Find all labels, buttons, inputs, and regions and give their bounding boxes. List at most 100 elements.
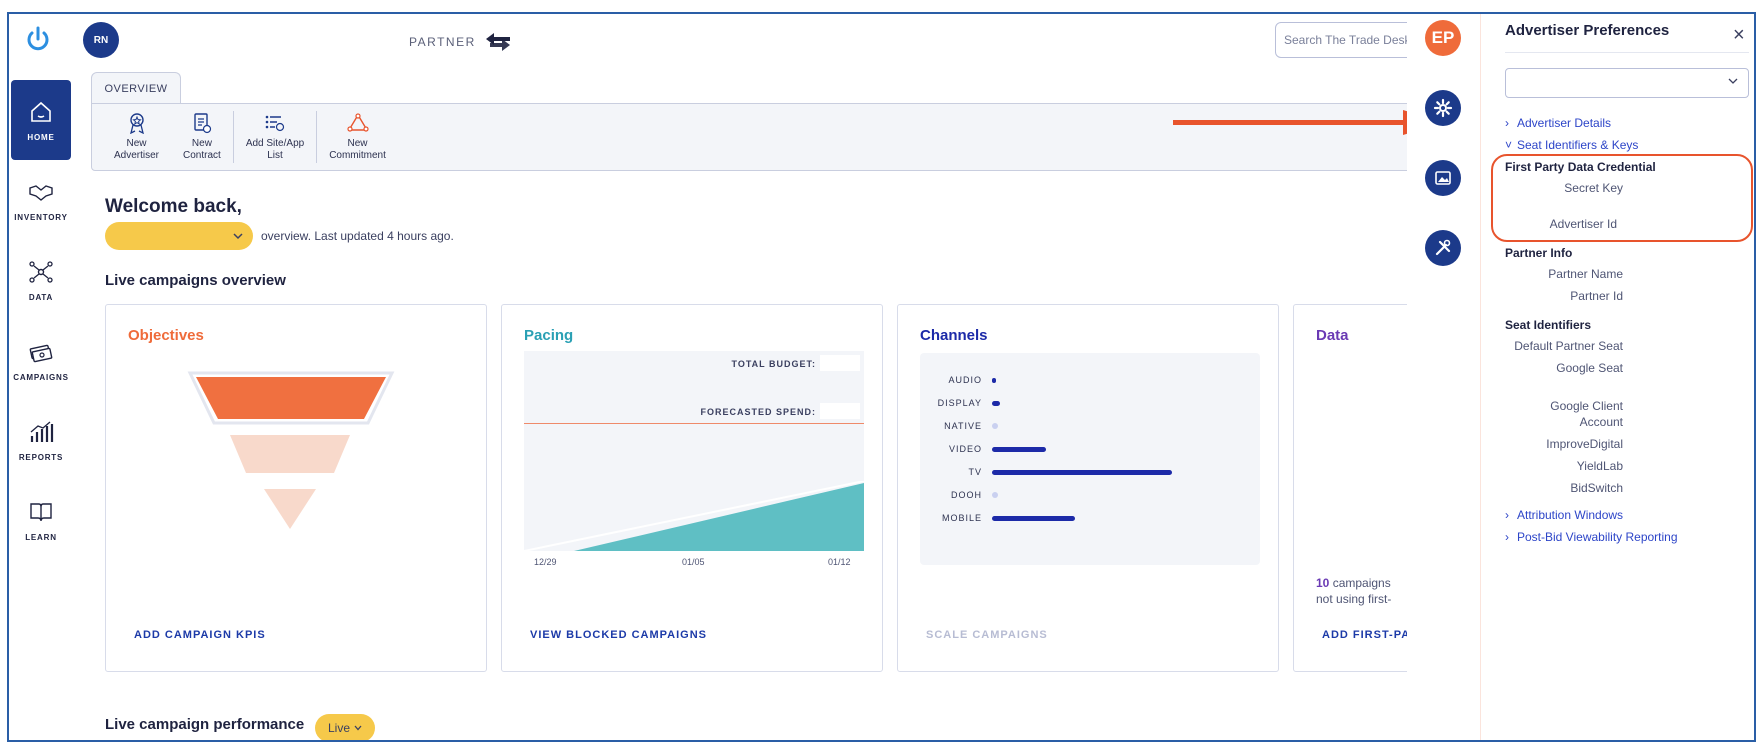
power-logo-icon[interactable] [23, 24, 53, 54]
add-site-app-line1: Add Site/App [245, 138, 305, 149]
pacing-chart: TOTAL BUDGET: FORECASTED SPEND: [524, 351, 864, 551]
pacing-x-tick: 01/05 [682, 557, 705, 567]
post-bid-viewability-label: Post-Bid Viewability Reporting [1517, 530, 1678, 544]
settings-button[interactable] [1425, 90, 1461, 126]
live-pill-label: Live [327, 721, 350, 735]
panel-title: Advertiser Preferences [1505, 22, 1670, 39]
right-icon-rail: EP [1407, 14, 1481, 740]
total-budget-value [820, 355, 860, 371]
total-budget-label: TOTAL BUDGET: [731, 359, 816, 369]
channel-bar [992, 400, 1000, 406]
user-avatar[interactable]: RN [83, 22, 119, 58]
add-campaign-kpis-link[interactable]: ADD CAMPAIGN KPIS [134, 629, 266, 641]
add-site-app-line2: List [267, 150, 283, 161]
partner-label: PARTNER [409, 35, 476, 49]
yieldlab-label: YieldLab [1576, 459, 1623, 473]
live-filter-pill[interactable]: Live [315, 714, 375, 740]
nav-inventory[interactable]: INVENTORY [9, 160, 73, 240]
forecasted-spend-label: FORECASTED SPEND: [700, 407, 816, 417]
channel-bar [992, 446, 1046, 452]
new-contract-button[interactable]: New Contract [171, 107, 233, 167]
live-campaigns-title: Live campaigns overview [105, 272, 286, 289]
objectives-title: Objectives [128, 327, 204, 344]
data-summary: 10 campaigns not using first- [1316, 575, 1391, 607]
nav-home[interactable]: HOME [11, 80, 71, 160]
forecasted-spend-value [820, 403, 860, 419]
award-ribbon-icon [129, 113, 144, 134]
media-button[interactable] [1425, 160, 1461, 196]
new-contract-line2: Contract [183, 150, 221, 161]
tools-icon [1435, 239, 1451, 256]
pacing-x-tick: 12/29 [534, 557, 557, 567]
pacing-area-fill [524, 481, 864, 551]
nav-learn[interactable]: LEARN [9, 480, 73, 560]
handshake-icon [29, 184, 53, 201]
chevron-down-icon [354, 725, 362, 731]
channel-label: VIDEO [948, 444, 982, 454]
money-icon [29, 344, 53, 362]
live-performance-title: Live campaign performance [105, 716, 305, 733]
nav-learn-label: LEARN [25, 532, 57, 542]
view-blocked-campaigns-link[interactable]: VIEW BLOCKED CAMPAIGNS [530, 629, 707, 641]
partner-switcher[interactable]: PARTNER [409, 32, 512, 52]
add-first-party-link[interactable]: ADD FIRST-PA [1322, 629, 1410, 641]
pacing-x-tick: 01/12 [828, 557, 851, 567]
google-client-account-label: Google Client Account [1550, 399, 1623, 429]
scale-campaigns-link[interactable]: SCALE CAMPAIGNS [926, 629, 1048, 641]
new-advertiser-button[interactable]: New Advertiser [102, 107, 171, 167]
channel-row-dooh: DOOH [920, 488, 998, 502]
pacing-title: Pacing [524, 327, 574, 344]
list-add-icon [265, 115, 285, 132]
annotation-arrow [1173, 110, 1445, 135]
channel-label: TV [968, 467, 982, 477]
post-bid-viewability-link[interactable]: › Post-Bid Viewability Reporting [1505, 530, 1678, 544]
panel-divider [1505, 52, 1749, 53]
ep-avatar[interactable]: EP [1425, 20, 1461, 56]
improvedigital-label: ImproveDigital [1546, 437, 1623, 451]
add-site-app-list-button[interactable]: Add Site/App List [234, 107, 316, 167]
chevron-right-icon: › [1505, 530, 1509, 544]
channel-row-mobile: MOBILE [920, 511, 1075, 525]
home-icon [31, 101, 51, 122]
nav-data[interactable]: DATA [9, 240, 73, 320]
partner-name-label: Partner Name [1548, 267, 1623, 281]
data-count: 10 [1316, 576, 1330, 590]
channel-label: MOBILE [941, 513, 982, 523]
tab-overview[interactable]: OVERVIEW [91, 72, 181, 104]
advertiser-selector[interactable] [105, 222, 253, 250]
attribution-windows-link[interactable]: › Attribution Windows [1505, 508, 1623, 522]
nav-reports[interactable]: REPORTS [9, 400, 73, 480]
data-text-1: campaigns [1332, 576, 1391, 590]
seat-identifiers-heading: Seat Identifiers [1505, 318, 1592, 332]
channel-row-audio: AUDIO [920, 373, 996, 387]
chevron-right-icon: › [1505, 508, 1509, 522]
channel-bar [992, 377, 996, 383]
network-icon [29, 260, 53, 283]
app-frame: HOME INVENTORY DATA CAMPAIGNS REPORTS LE… [7, 12, 1756, 742]
left-nav: HOME INVENTORY DATA CAMPAIGNS REPORTS LE… [9, 14, 75, 740]
nav-campaigns-label: CAMPAIGNS [13, 372, 69, 382]
channels-chart: AUDIO DISPLAY NATIVE VIDEO TV DOOH MOBILE [920, 353, 1260, 565]
channel-row-native: NATIVE [920, 419, 998, 433]
new-commitment-line1: New [347, 138, 368, 149]
google-seat-label: Google Seat [1556, 361, 1623, 375]
forecast-line [524, 423, 864, 424]
new-contract-line1: New [191, 138, 212, 149]
nav-campaigns[interactable]: CAMPAIGNS [9, 320, 73, 400]
new-commitment-button[interactable]: New Commitment [317, 107, 398, 167]
chart-icon [30, 421, 54, 442]
channel-bar [992, 515, 1075, 521]
advertiser-dropdown[interactable] [1505, 68, 1749, 98]
nav-reports-label: REPORTS [18, 452, 64, 462]
channel-row-display: DISPLAY [920, 396, 1000, 410]
tools-button[interactable] [1425, 230, 1461, 266]
book-icon [30, 502, 52, 521]
seat-keys-link[interactable]: ˅ Seat Identifiers & Keys [1505, 138, 1638, 152]
new-commitment-line2: Commitment [329, 150, 386, 161]
nav-data-label: DATA [28, 292, 54, 302]
advertiser-details-link[interactable]: › Advertiser Details [1505, 116, 1611, 130]
image-icon [1435, 171, 1451, 185]
chevron-down-icon [1728, 78, 1738, 84]
close-icon[interactable]: × [1733, 24, 1745, 47]
channel-bar [992, 492, 998, 498]
